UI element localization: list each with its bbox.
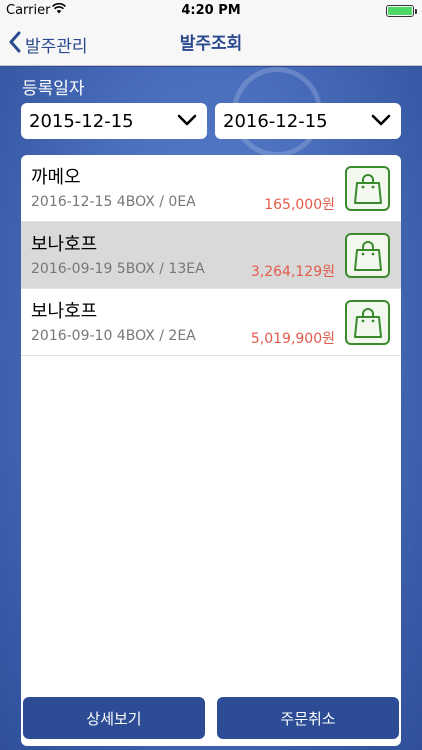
- order-vendor-name: 까메오: [31, 167, 81, 188]
- order-list-item[interactable]: 까메오 2016-12-15 4BOX / 0EA 165,000원: [21, 155, 401, 222]
- from-date-select[interactable]: 2015-12-15: [21, 103, 207, 139]
- order-meta: 2016-12-15 4BOX / 0EA: [31, 194, 196, 210]
- order-vendor-name: 보나호프: [31, 301, 98, 322]
- order-amount: 165,000원: [264, 197, 335, 213]
- shopping-bag-icon[interactable]: [345, 300, 390, 345]
- shopping-bag-icon[interactable]: [345, 166, 390, 211]
- cancel-order-button[interactable]: 주문취소: [215, 695, 401, 741]
- clock-label: 4:20 PM: [181, 3, 241, 18]
- from-date-value: 2015-12-15: [29, 110, 134, 132]
- chevron-down-icon: [177, 111, 197, 132]
- order-list-item[interactable]: 보나호프 2016-09-19 5BOX / 13EA 3,264,129원: [21, 222, 401, 289]
- navigation-bar: 발주관리 발주조회: [0, 22, 422, 66]
- main-content: 등록일자 2015-12-15 2016-12-15 까메오 2016-12-1…: [0, 67, 422, 750]
- bottom-button-bar: 상세보기 주문취소: [0, 695, 422, 743]
- chevron-down-icon: [371, 111, 391, 132]
- order-meta: 2016-09-10 4BOX / 2EA: [31, 328, 196, 344]
- battery-icon: [386, 5, 417, 17]
- to-date-value: 2016-12-15: [223, 110, 328, 132]
- page-title: 발주조회: [179, 34, 243, 54]
- order-vendor-name: 보나호프: [31, 234, 98, 255]
- registration-date-label: 등록일자: [22, 79, 85, 99]
- order-list: 까메오 2016-12-15 4BOX / 0EA 165,000원 보나호프 …: [21, 155, 401, 746]
- order-amount: 5,019,900원: [250, 331, 335, 347]
- shopping-bag-icon[interactable]: [345, 233, 390, 278]
- order-list-item[interactable]: 보나호프 2016-09-10 4BOX / 2EA 5,019,900원: [21, 289, 401, 356]
- status-bar: Carrier 4:20 PM: [0, 0, 422, 22]
- view-detail-button[interactable]: 상세보기: [21, 695, 207, 741]
- order-amount: 3,264,129원: [250, 264, 335, 280]
- order-meta: 2016-09-19 5BOX / 13EA: [31, 261, 205, 277]
- to-date-select[interactable]: 2016-12-15: [215, 103, 401, 139]
